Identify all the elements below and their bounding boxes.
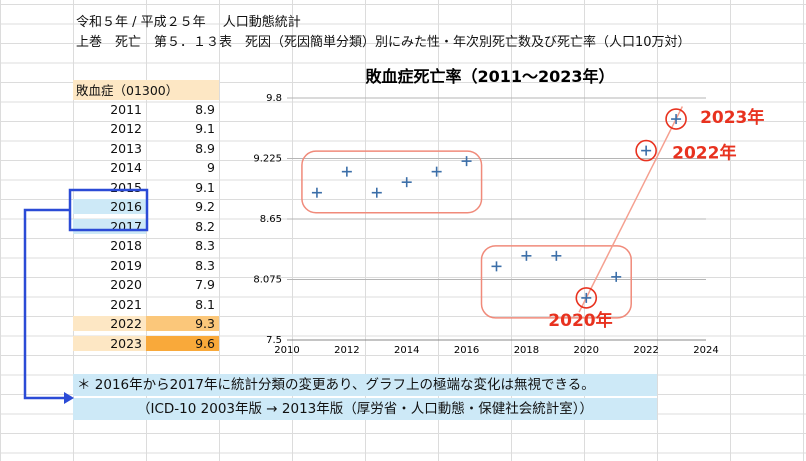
y-tick-label: 9.225 [253,154,282,165]
data-point [491,261,502,272]
data-point [521,250,532,261]
annotation-label: 2020年 [548,310,612,331]
callout-arrowhead [64,392,74,404]
data-point [431,166,442,177]
group-box [301,150,483,214]
data-point [551,250,562,261]
chart-annotation-shapes [301,106,684,319]
annotation-label: 2022年 [672,143,736,164]
data-point [581,292,592,303]
x-tick-label: 2010 [274,345,299,356]
spreadsheet: 令和５年 / 平成２５年 人口動態統計 上巻 死亡 第５．１３表 死因（死因簡単… [0,0,806,461]
data-point [311,187,322,198]
x-tick-label: 2018 [514,345,539,356]
x-tick-label: 2024 [693,345,718,356]
callout-arrow-line [23,208,70,400]
data-point [611,271,622,282]
x-tick-label: 2012 [334,345,359,356]
y-tick-label: 9.8 [266,93,282,104]
y-tick-label: 8.65 [260,214,282,225]
y-tick-label: 8.075 [253,275,282,286]
chart-title: 敗血症死亡率（2011〜2023年） [365,67,614,86]
x-tick-label: 2016 [454,345,479,356]
x-tick-label: 2022 [633,345,658,356]
data-point [401,177,412,188]
data-point [641,145,652,156]
data-point [671,114,682,125]
highlight-box-2016-2017 [68,188,149,232]
data-point [341,166,352,177]
chart-overlay: 敗血症死亡率（2011〜2023年） 7.58.0758.659.2259.82… [23,67,764,404]
data-point [371,187,382,198]
x-tick-label: 2014 [394,345,419,356]
data-point [461,156,472,167]
x-tick-label: 2020 [574,345,599,356]
chart-axes: 7.58.0758.659.2259.82010 2012 2014 2016 2018… [253,93,718,356]
annotation-label: 2023年 [700,107,764,128]
chart-marks [311,114,682,303]
